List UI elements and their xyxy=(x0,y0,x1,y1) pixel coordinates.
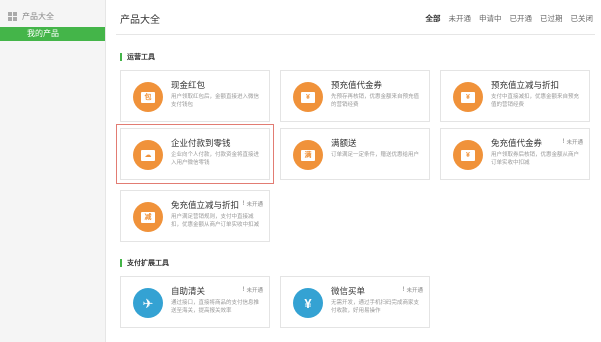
card-title: 预充值代金券 xyxy=(331,80,383,90)
grid-icon xyxy=(8,11,17,21)
card-title: 预充值立减与折扣 xyxy=(491,80,560,90)
card-description: 用户领取券后核销，优惠金额从商户订单实收中扣减 xyxy=(491,152,580,166)
product-card-wechat-buy[interactable]: ¥ 微信买单 未开通 无需开发，通过手机扫码完成商家支付收款，好用易操作 xyxy=(280,276,430,328)
card-description: 用户满足营销规则，支付中直接减扣，优惠金额从商户订单实收中扣减 xyxy=(171,214,260,228)
product-card-free-voucher[interactable]: ¥ 免充值代金券 未开通 用户领取券后核销，优惠金额从商户订单实收中扣减 xyxy=(440,128,590,180)
product-card-customs[interactable]: ✈ 自助清关 未开通 通过接口，直接将商品的支付信息推送至海关，提高报关效率 xyxy=(120,276,270,328)
card-title: 免充值立减与折扣 xyxy=(171,200,240,210)
product-card-prepaid-voucher[interactable]: ¥ 预充值代金券 先预存再核销，优惠金额来自预充值的营销经费 xyxy=(280,70,430,122)
status-badge: 未开通 xyxy=(242,286,263,294)
status-filter-bar: 全部 未开通 申请中 已开通 已过期 已关闭 xyxy=(418,13,594,24)
airplane-icon: ✈ xyxy=(133,288,163,318)
product-card-free-discount[interactable]: 减 免充值立减与折扣 未开通 用户满足营销规则，支付中直接减扣，优惠金额从商户订… xyxy=(120,190,270,242)
card-title: 自助清关 xyxy=(171,286,206,296)
card-description: 先预存再核销，优惠金额来自预充值的营销经费 xyxy=(331,94,420,108)
filter-opened[interactable]: 已开通 xyxy=(510,13,533,24)
card-title: 微信买单 xyxy=(331,286,366,296)
card-title: 现金红包 xyxy=(171,80,206,90)
filter-expired[interactable]: 已过期 xyxy=(540,13,563,24)
filter-closed[interactable]: 已关闭 xyxy=(571,13,594,24)
card-description: 通过接口，直接将商品的支付信息推送至海关，提高报关效率 xyxy=(171,300,260,314)
sidebar-header[interactable]: 产品大全 xyxy=(8,9,54,23)
full-reduction-icon: 满 xyxy=(293,140,323,170)
yuan-scan-icon: ¥ xyxy=(293,288,323,318)
card-title: 企业付款到零钱 xyxy=(171,138,231,148)
section-title-payment-tools: 支付扩展工具 xyxy=(120,258,169,268)
discount-icon: 减 xyxy=(133,202,163,232)
voucher-icon: ¥ xyxy=(453,140,483,170)
sidebar-item-my-products[interactable]: 我的产品 xyxy=(0,27,105,41)
red-packet-icon: 包 xyxy=(133,82,163,112)
card-description: 用户领取红包后，金额直接进入微信支付钱包 xyxy=(171,94,260,108)
page-title: 产品大全 xyxy=(120,15,160,26)
sidebar: 产品大全 我的产品 xyxy=(0,0,106,342)
payment-icon: ☁ xyxy=(133,140,163,170)
filter-not-opened[interactable]: 未开通 xyxy=(449,13,472,24)
product-card-enterprise-payment[interactable]: ☁ 企业付款到零钱 企业向个人付款，付款资金将直接进入用户微信零钱 xyxy=(116,124,274,184)
card-description: 支付中直接减扣，优惠金额来自预充值的营销经费 xyxy=(491,94,580,108)
card-description: 无需开发，通过手机扫码完成商家支付收款，好用易操作 xyxy=(331,300,420,314)
card-title: 满额送 xyxy=(331,138,357,148)
filter-applying[interactable]: 申请中 xyxy=(479,13,502,24)
card-title: 免充值代金券 xyxy=(491,138,543,148)
status-badge: 未开通 xyxy=(242,200,263,208)
sidebar-header-label: 产品大全 xyxy=(22,11,54,21)
product-card-cash-red-packet[interactable]: 包 现金红包 用户领取红包后，金额直接进入微信支付钱包 xyxy=(120,70,270,122)
status-badge: 未开通 xyxy=(562,138,583,146)
filter-all[interactable]: 全部 xyxy=(426,13,441,24)
divider xyxy=(116,34,595,35)
section-title-marketing: 运营工具 xyxy=(120,52,155,62)
discount-icon: ¥ xyxy=(453,82,483,112)
status-badge: 未开通 xyxy=(402,286,423,294)
voucher-icon: ¥ xyxy=(293,82,323,112)
card-description: 订单满足一定条件，赠送优惠给用户 xyxy=(331,152,420,158)
product-card-full-reduction[interactable]: 满 满额送 订单满足一定条件，赠送优惠给用户 xyxy=(280,128,430,180)
product-card-prepaid-discount[interactable]: ¥ 预充值立减与折扣 支付中直接减扣，优惠金额来自预充值的营销经费 xyxy=(440,70,590,122)
card-description: 企业向个人付款，付款资金将直接进入用户微信零钱 xyxy=(171,152,260,166)
main-content: 产品大全 全部 未开通 申请中 已开通 已过期 已关闭 运营工具 包 现金红包 … xyxy=(106,0,601,342)
